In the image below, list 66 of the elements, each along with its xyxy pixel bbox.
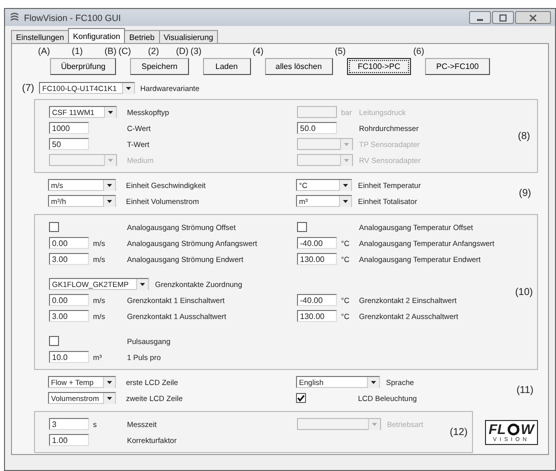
annotation-label: (3)	[190, 46, 202, 58]
close-icon	[529, 14, 537, 22]
input-field[interactable]: 50	[49, 138, 89, 150]
toolbar-button[interactable]: Überprüfung	[50, 58, 116, 75]
caret-icon	[339, 180, 351, 190]
annotation-label: (C)	[118, 46, 131, 58]
caret-icon	[103, 376, 115, 388]
caret-icon	[368, 418, 380, 430]
input-field[interactable]: -40.00	[297, 294, 337, 306]
caret-icon	[103, 196, 115, 206]
tab[interactable]: Einstellungen	[11, 30, 70, 43]
caret-icon	[103, 180, 115, 190]
annotation-label: (1)	[72, 46, 83, 58]
caret-icon	[122, 82, 134, 94]
annotation-label: (8)	[518, 130, 530, 142]
input-field[interactable]: 50.0	[297, 122, 337, 134]
minimize-button[interactable]	[469, 11, 491, 24]
annotation-label: (10)	[515, 286, 533, 298]
annotation-label: (4)	[252, 46, 264, 58]
swirl-icon	[506, 422, 521, 436]
window-title: FlowVision - FC100 GUI	[24, 12, 121, 22]
checkbox[interactable]	[49, 222, 59, 232]
maximize-icon	[499, 14, 507, 22]
toolbar-button[interactable]: PC->FC100	[425, 58, 490, 75]
annotation-label: (9)	[518, 188, 532, 198]
toolbar-button[interactable]: Speichern	[130, 58, 189, 75]
annotation-label: (A)	[38, 46, 50, 58]
tab[interactable]: Betrieb	[124, 30, 160, 43]
caret-icon	[340, 154, 352, 166]
caret-icon	[136, 278, 148, 290]
input-field[interactable]: 1.00	[49, 434, 89, 446]
toolbar-button[interactable]: FC100->PC	[346, 58, 412, 75]
caret-icon	[103, 392, 115, 404]
app-icon	[9, 12, 20, 23]
annotation-label: (B)	[104, 46, 116, 58]
tab[interactable]: Konfiguration	[68, 28, 126, 43]
toolbar-button[interactable]: Laden	[202, 58, 251, 75]
annotation-label: (7)	[22, 82, 34, 94]
input-field[interactable]: 0.00	[49, 294, 89, 306]
caret-icon	[340, 138, 352, 150]
input-field[interactable]: 1000	[49, 122, 89, 134]
checkbox[interactable]	[297, 222, 307, 232]
caret-icon	[339, 196, 351, 206]
checkbox[interactable]	[296, 393, 306, 403]
annotation-label: (2)	[148, 46, 159, 58]
tab[interactable]: Visualisierung	[158, 30, 218, 43]
maximize-button[interactable]	[492, 11, 514, 24]
input-field[interactable]: 3.00	[49, 253, 89, 265]
input-field[interactable]: 10.0	[49, 351, 89, 363]
input-field[interactable]: 3.00	[49, 310, 89, 322]
input-field[interactable]: 0.00	[49, 237, 89, 249]
caret-icon	[104, 106, 116, 118]
annotation-label: (11)	[516, 384, 534, 396]
close-button[interactable]	[515, 11, 551, 24]
input-field[interactable]: 130.00	[297, 253, 337, 265]
annotation-label: (6)	[413, 46, 424, 58]
toolbar-button[interactable]: alles löschen	[264, 58, 333, 75]
input-field[interactable]: -40.00	[297, 237, 337, 249]
annotation-label: (5)	[334, 46, 346, 58]
input-field[interactable]: 3	[49, 418, 89, 430]
annotation-label: (12)	[450, 426, 468, 438]
caret-icon	[104, 154, 116, 166]
input-field[interactable]: 130.00	[297, 310, 337, 322]
caret-icon	[367, 376, 379, 388]
annotation-label: (D)	[176, 46, 189, 58]
checkbox[interactable]	[49, 336, 59, 346]
